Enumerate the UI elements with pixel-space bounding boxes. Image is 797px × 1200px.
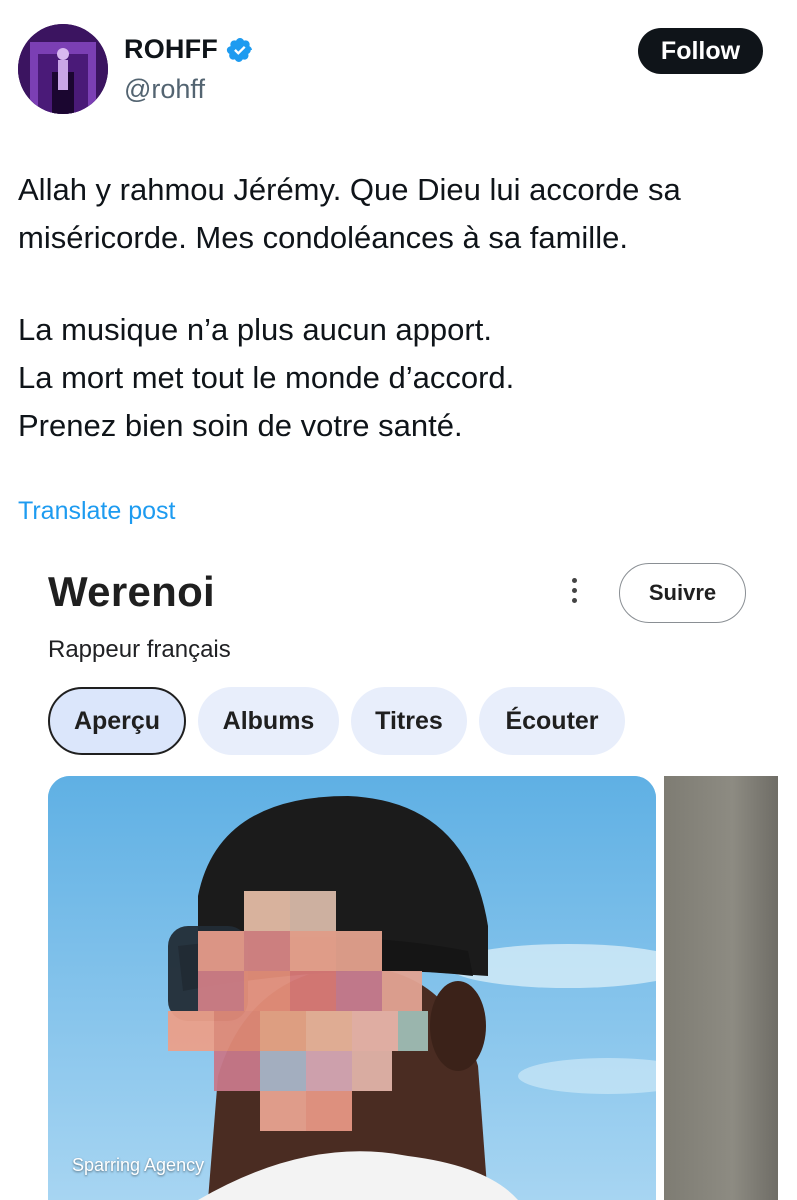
panel-follow-button: Suivre	[619, 563, 746, 623]
photo-credit: Sparring Agency	[72, 1155, 205, 1175]
artist-photo: Sparring Agency	[48, 776, 656, 1200]
more-options-icon	[565, 578, 583, 610]
verified-badge-icon	[226, 37, 252, 62]
post-line: La mort met tout le monde d’accord.	[18, 360, 515, 395]
post-line: Prenez bien soin de votre santé.	[18, 408, 463, 443]
author-avatar[interactable]	[18, 24, 108, 114]
panel-tabs: Aperçu Albums Titres Écouter	[48, 687, 625, 755]
post-text: Allah y rahmou Jérémy. Que Dieu lui acco…	[18, 166, 778, 450]
next-photo-thumbnail	[664, 776, 778, 1200]
tab-ecouter: Écouter	[479, 687, 625, 755]
panel-subtitle: Rappeur français	[48, 636, 231, 663]
post-line: miséricorde. Mes condoléances à sa famil…	[18, 220, 628, 255]
post-media-image[interactable]: Werenoi Suivre Rappeur français Aperçu A…	[0, 548, 797, 1200]
translate-post-link[interactable]: Translate post	[18, 497, 175, 526]
tab-apercu: Aperçu	[48, 687, 186, 755]
author-name[interactable]: ROHFF	[124, 34, 218, 65]
tab-titres: Titres	[351, 687, 467, 755]
panel-title: Werenoi	[48, 568, 216, 615]
artist-portrait-image	[48, 776, 656, 1200]
post-line: La musique n’a plus aucun apport.	[18, 312, 492, 347]
post-line: Allah y rahmou Jérémy. Que Dieu lui acco…	[18, 172, 681, 207]
author-handle[interactable]: @rohff	[124, 74, 205, 105]
avatar-image	[18, 24, 108, 114]
tab-albums: Albums	[198, 687, 339, 755]
follow-button[interactable]: Follow	[638, 28, 763, 74]
